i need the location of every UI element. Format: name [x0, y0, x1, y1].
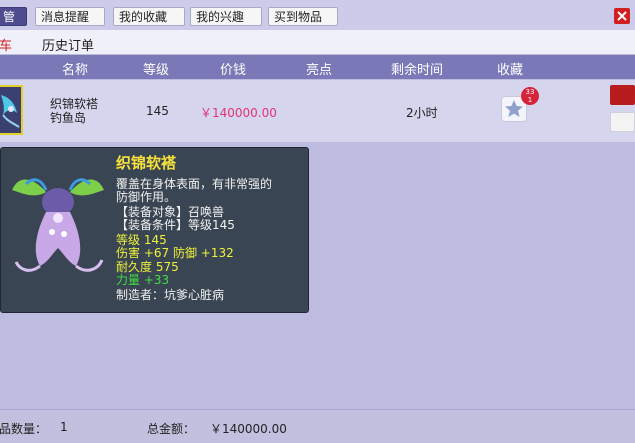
tooltip-desc-2: 防御作用。: [116, 190, 177, 204]
tooltip-stats: 伤害 +67 防御 +132: [116, 246, 234, 260]
col-favorite: 收藏: [496, 63, 523, 78]
close-icon[interactable]: [614, 8, 630, 24]
subtab-order-history[interactable]: 历史订单: [42, 35, 94, 54]
item-time-left: 2小时: [406, 106, 438, 120]
pet-armor-icon: [6, 162, 110, 285]
side-secondary-button[interactable]: [610, 112, 635, 132]
item-icon[interactable]: [0, 85, 23, 135]
tab-messages[interactable]: 消息提醒: [35, 7, 105, 26]
col-time-left: 剩余时间: [390, 63, 443, 78]
tooltip-maker: 制造者：坑爹心脏病: [116, 288, 225, 302]
tooltip-equip-condition: 【装备条件】等级145: [116, 218, 235, 232]
favorite-count-badge: 33 1: [521, 87, 539, 105]
tab-label: 买到物品: [274, 10, 323, 24]
col-price: 价钱: [219, 63, 246, 78]
col-level: 等级: [142, 63, 169, 78]
footer-bar: [0, 409, 635, 443]
col-name: 名称: [61, 63, 88, 78]
tab-manage[interactable]: 管理: [0, 7, 27, 43]
item-price: ￥140000.00: [200, 106, 277, 120]
sub-tab-bar: [0, 30, 635, 55]
tooltip-bonus: 力量 +33: [116, 273, 170, 287]
item-location: 钓鱼岛: [50, 111, 87, 125]
tab-label: 我的收藏: [119, 10, 168, 24]
tab-favorites[interactable]: 我的收藏: [113, 7, 185, 26]
tab-interests[interactable]: 我的兴趣: [190, 7, 262, 26]
badge-count: 33: [525, 88, 535, 96]
count-label: 品数量：: [0, 422, 48, 436]
total-label: 总金额：: [147, 422, 196, 436]
side-action-button[interactable]: [610, 85, 635, 105]
col-highlight: 亮点: [305, 63, 332, 78]
tab-purchased[interactable]: 买到物品: [268, 7, 338, 26]
tab-label: 我的兴趣: [196, 10, 245, 24]
badge-extra: 1: [527, 96, 533, 104]
tab-label: 消息提醒: [41, 10, 90, 24]
count-value: 1: [60, 420, 68, 434]
subtab-cart[interactable]: 车: [0, 35, 12, 54]
item-level: 145: [146, 104, 169, 118]
total-value: ￥140000.00: [210, 422, 287, 436]
tooltip-title: 织锦软褡: [116, 154, 177, 172]
